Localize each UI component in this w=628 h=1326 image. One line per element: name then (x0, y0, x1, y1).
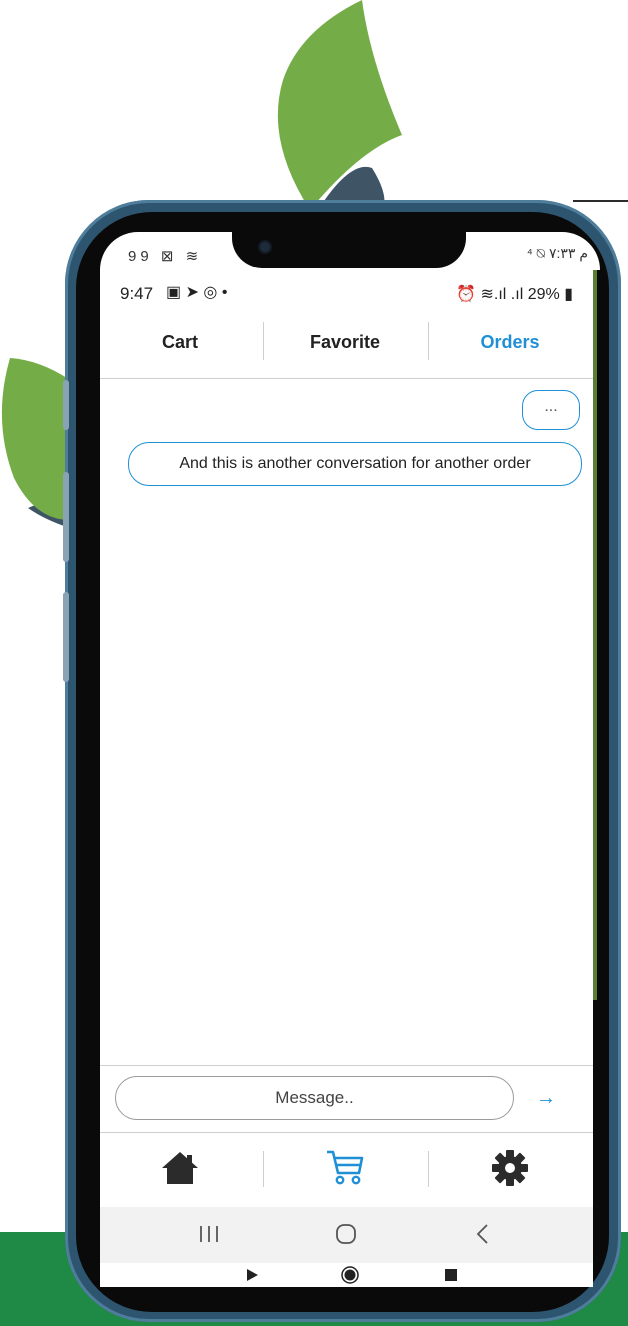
tabs-divider (100, 378, 593, 379)
tab-cart[interactable]: Cart (120, 322, 240, 362)
system-back-button[interactable] (458, 1217, 508, 1251)
side-button (63, 472, 69, 562)
side-button (63, 592, 69, 682)
camera-icon (260, 242, 270, 252)
home-icon (162, 1152, 198, 1184)
outer-stop-button[interactable] (441, 1266, 461, 1284)
nav-separator (428, 1151, 429, 1187)
more-button[interactable]: ... (522, 390, 580, 430)
back-icon (476, 1224, 488, 1244)
tab-favorite[interactable]: Favorite (285, 322, 405, 362)
bottom-nav (100, 1133, 593, 1207)
status-right-group: ⏰ ≋.ıl .ıl 29% ▮ (456, 284, 573, 304)
status-bar: 9:47 ▣ ➤ ◎ • ⏰ ≋.ıl .ıl 29% ▮ (100, 280, 593, 306)
battery-level: 29% (527, 286, 560, 303)
side-button (63, 380, 69, 430)
gear-icon (492, 1150, 528, 1186)
outer-status-right-text: ⁴ ⍉ م ٧:٣٣ (526, 245, 588, 261)
home-circle-icon (336, 1224, 356, 1244)
signal-icons: ⏰ ≋.ıl .ıl (456, 286, 524, 303)
nav-cart[interactable] (315, 1143, 375, 1193)
tab-orders[interactable]: Orders (450, 322, 570, 362)
top-tab-bar: Cart Favorite Orders (100, 322, 593, 362)
send-button[interactable]: → (532, 1085, 560, 1111)
leaf-top (277, 0, 402, 210)
system-recents-button[interactable] (184, 1217, 234, 1251)
screen-edge (593, 270, 597, 1000)
message-input[interactable] (115, 1076, 514, 1120)
composer-divider (100, 1065, 593, 1066)
outer-status-left-icons: 99 ⊠ ≋ (128, 248, 203, 265)
outer-record-button[interactable] (340, 1266, 360, 1284)
system-home-button[interactable] (321, 1217, 371, 1251)
record-icon (341, 1266, 359, 1284)
notification-icons: ▣ ➤ ◎ • (166, 284, 228, 301)
stop-icon (445, 1269, 457, 1281)
battery-icon: ▮ (564, 286, 573, 303)
app-screen: 9:47 ▣ ➤ ◎ • ⏰ ≋.ıl .ıl 29% ▮ Cart Favor… (100, 270, 593, 1263)
recents-icon (200, 1226, 218, 1242)
tab-separator (263, 322, 264, 360)
conversation-item[interactable]: And this is another conversation for ano… (128, 442, 582, 486)
leaf-left (1, 358, 70, 520)
tab-separator (428, 322, 429, 360)
cart-icon (327, 1150, 364, 1185)
nav-separator (263, 1151, 264, 1187)
arrow-right-icon: → (536, 1087, 556, 1109)
nav-settings[interactable] (480, 1143, 540, 1193)
system-nav-bar (100, 1207, 593, 1263)
status-time: 9:47 (120, 284, 154, 303)
play-icon (247, 1269, 258, 1281)
nav-home[interactable] (150, 1143, 210, 1193)
outer-play-button[interactable] (242, 1266, 262, 1284)
decorative-line (573, 200, 628, 202)
phone-notch (232, 212, 466, 268)
